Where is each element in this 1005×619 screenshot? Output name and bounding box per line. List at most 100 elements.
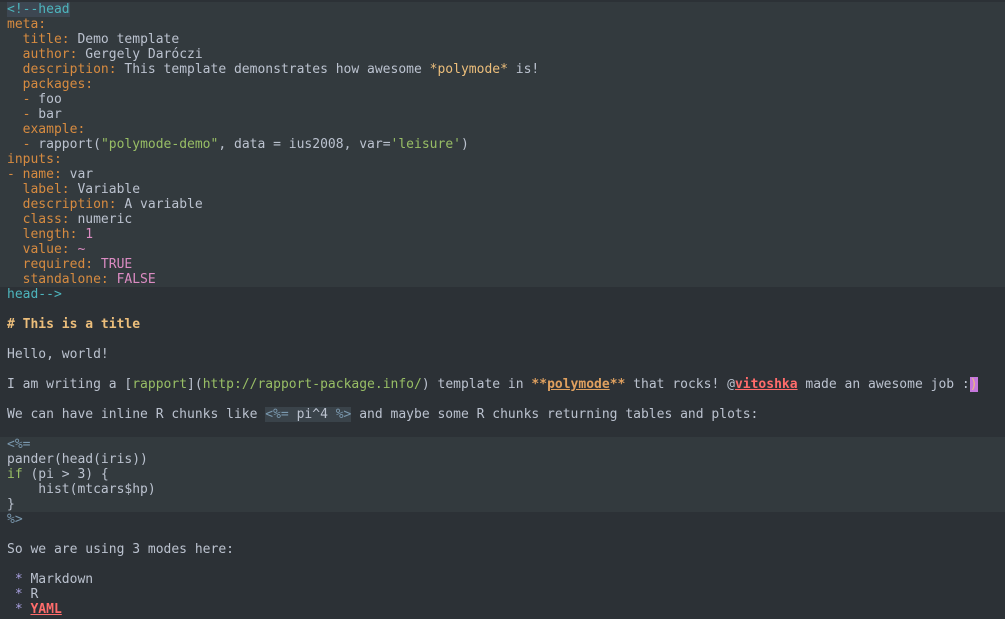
code-span: } — [7, 497, 15, 512]
comment-open-marker: <!--head — [7, 2, 70, 17]
code-span: and maybe some R chunks returning tables… — [351, 407, 758, 422]
code-span: packages: — [7, 77, 93, 92]
inline-chunk-open-marker: <%= — [265, 407, 288, 422]
code-span: ]( — [187, 377, 203, 392]
code-span: inputs: — [7, 152, 62, 167]
code-span: FALSE — [109, 272, 156, 287]
code-span: - — [7, 92, 30, 107]
code-span: ** — [531, 377, 547, 392]
polymode-editor-buffer[interactable]: <!--headmeta: title: Demo template autho… — [0, 0, 1005, 619]
code-span: if — [7, 467, 23, 482]
yaml-line: meta: — [0, 17, 1005, 32]
yaml-line: value: ~ — [0, 242, 1005, 257]
yaml-line: example: — [0, 122, 1005, 137]
list-bullet: * — [15, 572, 23, 587]
code-span: hist(mtcars$hp) — [7, 482, 156, 497]
code-span: length: — [7, 227, 77, 242]
code-span: - — [7, 137, 30, 152]
code-span: - name: — [7, 167, 62, 182]
code-span: - — [7, 107, 30, 122]
code-span: example: — [7, 122, 85, 137]
markdown-paragraph: We can have inline R chunks like <%= pi^… — [0, 407, 1005, 422]
code-span: Markdown — [23, 572, 93, 587]
code-span: foo — [30, 92, 61, 107]
yaml-line: description: A variable — [0, 197, 1005, 212]
code-span: is! — [508, 62, 539, 77]
yaml-line: - bar — [0, 107, 1005, 122]
code-span: ** — [610, 377, 626, 392]
code-span: 1 — [77, 227, 93, 242]
inline-chunk-close-marker: %> — [336, 407, 352, 422]
code-span: R — [23, 587, 39, 602]
markdown-list-item: * YAML — [0, 602, 1005, 617]
code-span: Gergely Daróczi — [77, 47, 202, 62]
code-span: description: — [7, 197, 117, 212]
code-span: ~ — [70, 242, 86, 257]
code-span: made an awesome job : — [798, 377, 970, 392]
code-span: author: — [7, 47, 77, 62]
code-span: (pi > 3) { — [23, 467, 109, 482]
code-span: We can have inline R chunks like — [7, 407, 265, 422]
yaml-line: title: Demo template — [0, 32, 1005, 47]
blank-line — [0, 392, 1005, 407]
r-code-line: } — [0, 497, 1005, 512]
r-chunk-close-line: %> — [0, 512, 1005, 527]
code-span: class: — [7, 212, 70, 227]
yaml-head-close-line: head--> — [0, 287, 1005, 302]
blank-line — [0, 302, 1005, 317]
code-span: So we are using 3 modes here: — [7, 542, 234, 557]
code-span: I am writing a [ — [7, 377, 132, 392]
yaml-line: - foo — [0, 92, 1005, 107]
blank-line — [0, 527, 1005, 542]
code-span: pander(head(iris)) — [7, 452, 148, 467]
text-cursor: ) — [970, 377, 978, 392]
code-span: rapport( — [30, 137, 100, 152]
link-polymode[interactable]: polymode — [547, 377, 610, 392]
code-span — [7, 587, 15, 602]
yaml-line: description: This template demonstrates … — [0, 62, 1005, 77]
blank-line — [0, 557, 1005, 572]
yaml-line: inputs: — [0, 152, 1005, 167]
blank-line — [0, 332, 1005, 347]
code-span: # This is a title — [7, 317, 140, 332]
code-span: *polymode* — [430, 62, 508, 77]
link-rapport[interactable]: rapport — [132, 377, 187, 392]
list-bullet: * — [15, 602, 23, 617]
code-span: , data = ius2008, var= — [218, 137, 390, 152]
link-yaml[interactable]: YAML — [30, 602, 61, 617]
markdown-paragraph: So we are using 3 modes here: — [0, 542, 1005, 557]
yaml-line: required: TRUE — [0, 257, 1005, 272]
markdown-list-item: * R — [0, 587, 1005, 602]
mention-vitoshka[interactable]: vitoshka — [735, 377, 798, 392]
yaml-line: standalone: FALSE — [0, 272, 1005, 287]
code-span: ) template in — [422, 377, 532, 392]
list-bullet: * — [15, 587, 23, 602]
markdown-paragraph: I am writing a [rapport](http://rapport-… — [0, 377, 1005, 392]
link-url[interactable]: http://rapport-package.info/ — [203, 377, 422, 392]
code-span: meta: — [7, 17, 46, 32]
code-span: value: — [7, 242, 70, 257]
code-span: label: — [7, 182, 70, 197]
r-code-line: hist(mtcars$hp) — [0, 482, 1005, 497]
code-span: var — [62, 167, 93, 182]
yaml-line: class: numeric — [0, 212, 1005, 227]
yaml-line: - rapport("polymode-demo", data = ius200… — [0, 137, 1005, 152]
code-span — [7, 572, 15, 587]
code-span: title: — [7, 32, 70, 47]
r-chunk-open-line: <%= — [0, 437, 1005, 452]
code-span — [7, 602, 15, 617]
code-span: TRUE — [93, 257, 132, 272]
code-span: Demo template — [70, 32, 180, 47]
code-span: This template demonstrates how awesome — [117, 62, 430, 77]
code-span: numeric — [70, 212, 133, 227]
code-span: "polymode-demo" — [101, 137, 218, 152]
code-span: description: — [7, 62, 117, 77]
yaml-line: label: Variable — [0, 182, 1005, 197]
r-code-line: pander(head(iris)) — [0, 452, 1005, 467]
r-code-line: if (pi > 3) { — [0, 467, 1005, 482]
code-span: standalone: — [7, 272, 109, 287]
code-span: A variable — [117, 197, 203, 212]
yaml-head-open-line: <!--head — [0, 2, 1005, 17]
chunk-open-marker: <%= — [7, 437, 30, 452]
markdown-paragraph: Hello, world! — [0, 347, 1005, 362]
